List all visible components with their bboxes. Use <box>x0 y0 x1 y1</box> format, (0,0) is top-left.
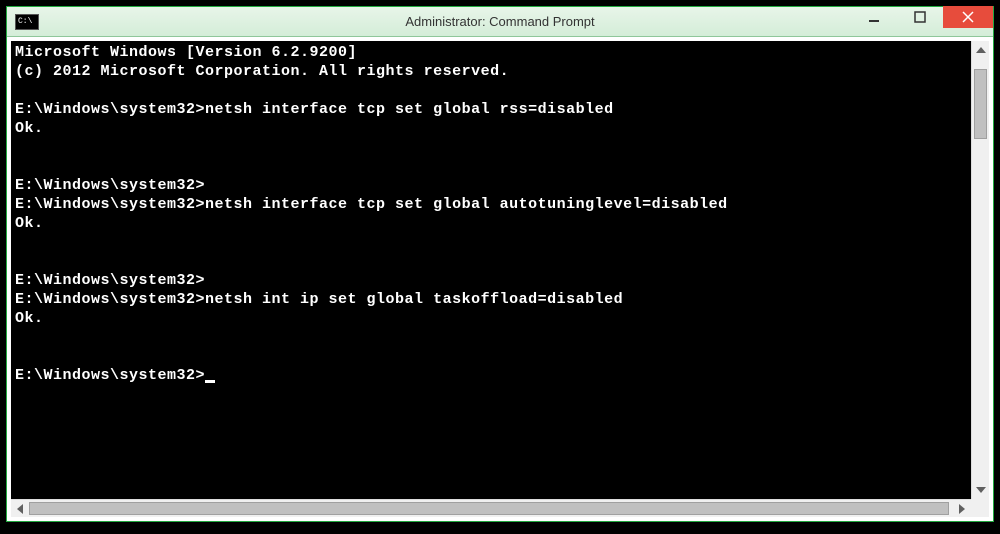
titlebar-controls <box>851 7 993 36</box>
console-wrapper: Microsoft Windows [Version 6.2.9200] (c)… <box>11 41 989 499</box>
minimize-button[interactable] <box>851 6 897 28</box>
close-button[interactable] <box>943 6 993 28</box>
vertical-scrollbar[interactable] <box>971 41 989 499</box>
scroll-thumb-vertical[interactable] <box>974 69 987 139</box>
scroll-corner <box>971 499 989 517</box>
scroll-right-arrow-icon[interactable] <box>953 500 971 518</box>
window: C:\ Administrator: Command Prompt <box>6 6 994 522</box>
console-output[interactable]: Microsoft Windows [Version 6.2.9200] (c)… <box>11 41 971 499</box>
cmd-icon: C:\ <box>15 14 39 30</box>
console-area: Microsoft Windows [Version 6.2.9200] (c)… <box>7 37 993 521</box>
scroll-track-vertical[interactable] <box>972 59 989 481</box>
horizontal-scrollbar[interactable] <box>11 499 971 517</box>
minimize-icon <box>868 11 880 23</box>
scroll-track-horizontal[interactable] <box>29 500 953 517</box>
scroll-up-arrow-icon[interactable] <box>972 41 989 59</box>
close-icon <box>962 11 974 23</box>
scroll-thumb-horizontal[interactable] <box>29 502 949 515</box>
scroll-left-arrow-icon[interactable] <box>11 500 29 518</box>
window-title: Administrator: Command Prompt <box>405 14 594 29</box>
titlebar[interactable]: C:\ Administrator: Command Prompt <box>7 7 993 37</box>
cmd-icon-label: C:\ <box>18 18 32 26</box>
maximize-button[interactable] <box>897 6 943 28</box>
hscroll-container <box>11 499 989 517</box>
scroll-down-arrow-icon[interactable] <box>972 481 989 499</box>
maximize-icon <box>914 11 926 23</box>
text-cursor <box>205 380 215 383</box>
